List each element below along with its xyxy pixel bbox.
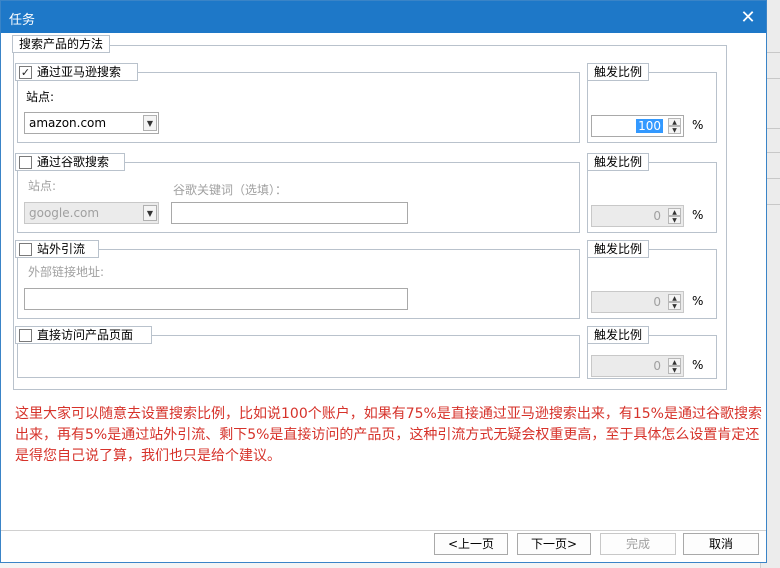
spin-down-icon[interactable]: ▼ xyxy=(668,216,681,224)
amazon-ratio-unit: % xyxy=(692,118,704,132)
google-ratio-value[interactable]: 0 xyxy=(651,209,663,223)
google-keyword-input[interactable] xyxy=(171,202,408,224)
external-ratio-value[interactable]: 0 xyxy=(651,295,663,309)
external-checkbox[interactable] xyxy=(19,243,32,256)
spin-down-icon[interactable]: ▼ xyxy=(668,126,681,134)
amazon-checkbox[interactable]: ✓ xyxy=(19,66,32,79)
prev-page-button[interactable]: <上一页 xyxy=(434,533,508,555)
footer-divider xyxy=(1,530,766,531)
spin-up-icon[interactable]: ▲ xyxy=(668,358,681,366)
finish-button[interactable]: 完成 xyxy=(600,533,676,555)
spin-down-icon[interactable]: ▼ xyxy=(668,302,681,310)
checkmark-icon: ✓ xyxy=(20,66,31,79)
external-ratio-spinner[interactable]: 0 ▲ ▼ xyxy=(591,291,684,313)
google-ratio-title: 触发比例 xyxy=(587,153,650,171)
amazon-ratio-spinner[interactable]: 100 ▲ ▼ xyxy=(591,115,684,137)
spin-up-icon[interactable]: ▲ xyxy=(668,208,681,216)
external-ratio-unit: % xyxy=(692,294,704,308)
title-bar: 任务 ✕ xyxy=(1,1,766,33)
google-site-label: 站点: xyxy=(28,179,57,193)
google-site-select[interactable]: google.com ▼ xyxy=(24,202,159,224)
amazon-site-value: amazon.com xyxy=(29,116,107,130)
direct-ratio-unit: % xyxy=(692,358,704,372)
external-ratio-title: 触发比例 xyxy=(587,240,650,258)
amazon-ratio-title: 触发比例 xyxy=(587,63,650,81)
google-site-value: google.com xyxy=(29,206,100,220)
amazon-site-label: 站点: xyxy=(26,90,55,104)
amazon-checkbox-row[interactable]: ✓ 通过亚马逊搜索 xyxy=(15,63,138,81)
chevron-down-icon[interactable]: ▼ xyxy=(143,205,157,221)
spinner-buttons: ▲ ▼ xyxy=(668,208,681,224)
annotation-note: 这里大家可以随意去设置搜索比例，比如说100个账户，如果有75%是直接通过亚马逊… xyxy=(15,406,762,464)
google-checkbox-row[interactable]: 通过谷歌搜索 xyxy=(15,153,125,171)
google-checkbox[interactable] xyxy=(19,156,32,169)
spin-up-icon[interactable]: ▲ xyxy=(668,294,681,302)
direct-ratio-spinner[interactable]: 0 ▲ ▼ xyxy=(591,355,684,377)
google-keyword-label: 谷歌关键词（选填）： xyxy=(173,183,288,197)
spinner-buttons: ▲ ▼ xyxy=(668,118,681,134)
direct-checkbox-row[interactable]: 直接访问产品页面 xyxy=(15,326,152,344)
amazon-checkbox-label: 通过亚马逊搜索 xyxy=(37,65,122,79)
chevron-down-icon[interactable]: ▼ xyxy=(143,115,157,131)
dialog-title: 任务 xyxy=(9,13,36,28)
spinner-buttons: ▲ ▼ xyxy=(668,294,681,310)
next-page-button[interactable]: 下一页> xyxy=(517,533,591,555)
external-checkbox-row[interactable]: 站外引流 xyxy=(15,240,99,258)
direct-ratio-value[interactable]: 0 xyxy=(651,359,663,373)
google-ratio-spinner[interactable]: 0 ▲ ▼ xyxy=(591,205,684,227)
google-ratio-unit: % xyxy=(692,208,704,222)
search-method-group-title: 搜索产品的方法 xyxy=(12,35,111,53)
spin-down-icon[interactable]: ▼ xyxy=(668,366,681,374)
external-link-input[interactable] xyxy=(24,288,408,310)
external-link-label: 外部链接地址: xyxy=(28,265,105,279)
direct-ratio-title: 触发比例 xyxy=(587,326,650,344)
close-icon[interactable]: ✕ xyxy=(737,7,759,29)
spinner-buttons: ▲ ▼ xyxy=(668,358,681,374)
amazon-ratio-value[interactable]: 100 xyxy=(636,119,663,133)
google-checkbox-label: 通过谷歌搜索 xyxy=(37,155,110,169)
external-checkbox-label: 站外引流 xyxy=(37,242,86,256)
task-dialog: 任务 ✕ 搜索产品的方法 ✓ 通过亚马逊搜索 站点: amazon.com ▼ … xyxy=(0,0,767,563)
amazon-site-select[interactable]: amazon.com ▼ xyxy=(24,112,159,134)
cancel-button[interactable]: 取消 xyxy=(683,533,759,555)
direct-checkbox[interactable] xyxy=(19,329,32,342)
direct-checkbox-label: 直接访问产品页面 xyxy=(37,328,134,342)
spin-up-icon[interactable]: ▲ xyxy=(668,118,681,126)
